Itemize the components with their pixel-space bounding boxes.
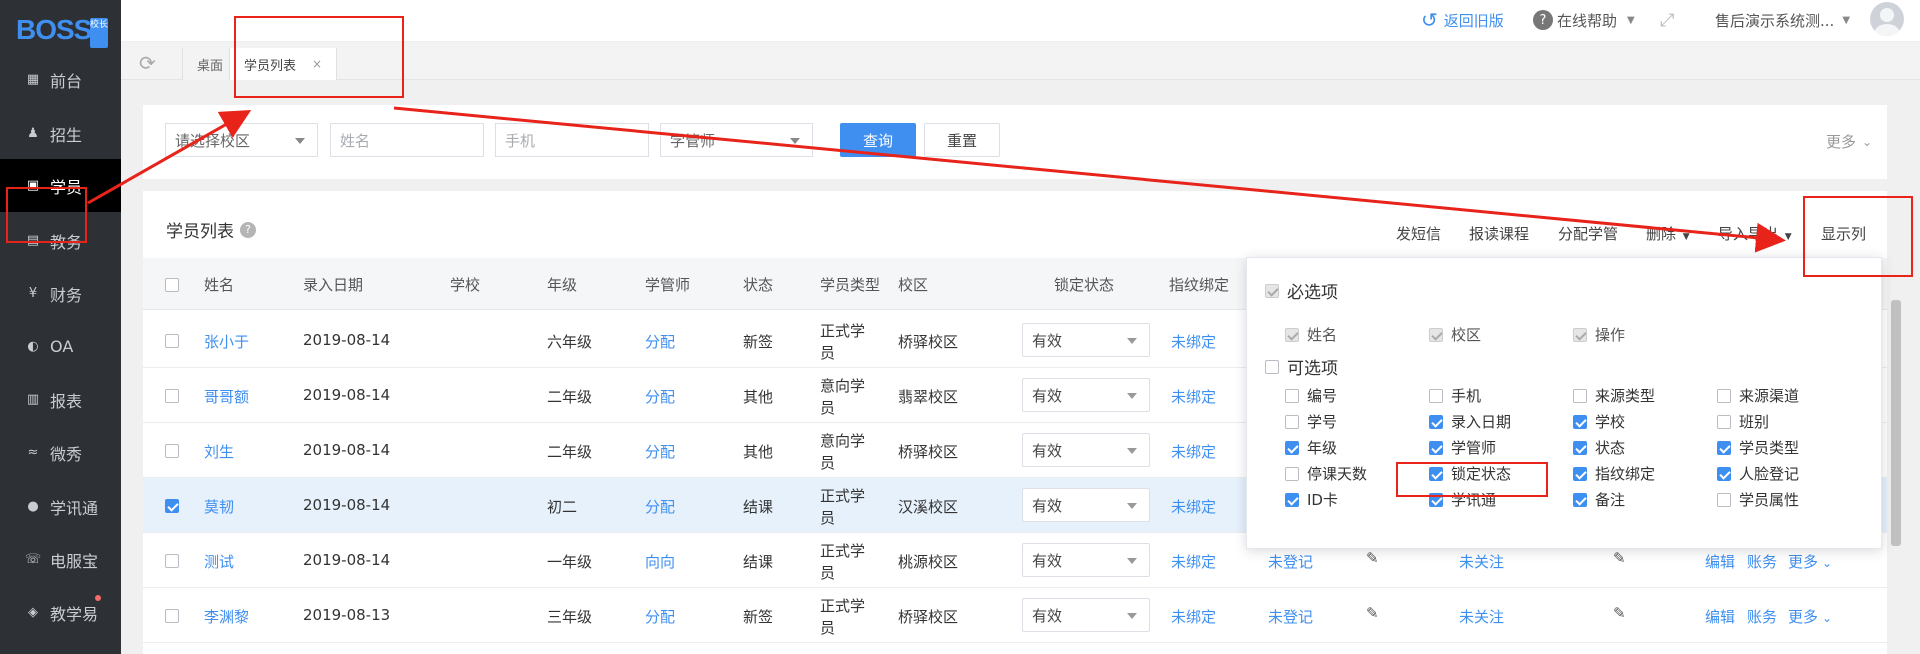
annotation-arrows <box>87 106 1786 253</box>
arrow-tab-to-columns <box>393 106 1786 253</box>
arrow-nav-to-tab <box>87 110 252 205</box>
